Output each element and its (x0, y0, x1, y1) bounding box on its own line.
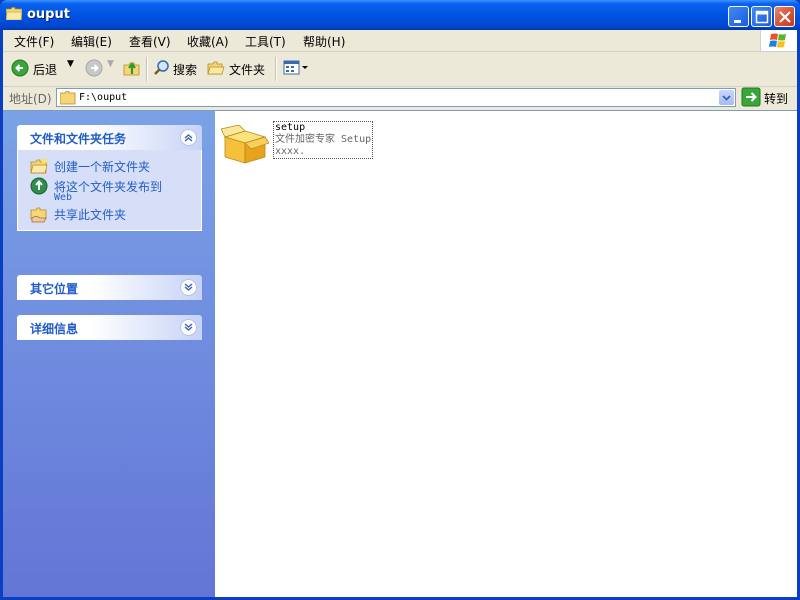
folder-up-icon (123, 62, 140, 76)
go-button[interactable]: 转到 (739, 87, 793, 108)
panel-header[interactable]: 详细信息 (17, 315, 202, 340)
folders-label: 文件夹 (229, 63, 266, 77)
back-button[interactable]: 后退 ▼ (11, 59, 83, 79)
search-label: 搜索 (173, 63, 198, 77)
menu-help[interactable]: 帮助(H) (303, 33, 345, 50)
folders-icon (207, 61, 225, 75)
close-button[interactable] (774, 6, 795, 27)
toolbar: 后退 ▼ ▼ 搜索 文件夹 (3, 52, 797, 87)
window-title: ouput (27, 7, 70, 22)
menu-file[interactable]: 文件(F) (14, 33, 54, 50)
forward-button[interactable]: ▼ (85, 59, 117, 79)
chevron-down-icon (184, 323, 193, 331)
publish-web-icon (30, 177, 48, 195)
file-list[interactable]: setup 文件加密专家 Setup xxxx. (215, 111, 797, 598)
folder-icon (6, 7, 22, 20)
up-button[interactable] (123, 59, 141, 79)
windows-flag-icon (769, 33, 786, 48)
collapse-button[interactable] (180, 129, 197, 146)
address-dropdown-button[interactable] (719, 90, 734, 105)
package-box-icon (221, 125, 269, 164)
address-label: 地址(D) (9, 92, 52, 106)
chevron-up-icon (184, 134, 193, 142)
task-label: 共享此文件夹 (54, 208, 127, 222)
window-frame: 文件(F) 编辑(E) 查看(V) 收藏(A) 工具(T) 帮助(H) 后退 ▼… (3, 30, 797, 598)
panel-title: 详细信息 (30, 322, 79, 336)
title-bar[interactable]: ouput (0, 0, 800, 30)
expand-button[interactable] (180, 279, 197, 296)
folders-button[interactable]: 文件夹 (207, 59, 271, 79)
file-item[interactable]: setup 文件加密专家 Setup xxxx. (221, 119, 391, 169)
panel-header[interactable]: 文件和文件夹任务 (17, 125, 202, 150)
task-label: 创建一个新文件夹 (54, 160, 151, 174)
file-name: setup (275, 122, 306, 133)
address-input[interactable]: F:\ouput (56, 88, 736, 107)
chevron-down-icon (722, 95, 731, 101)
menu-favorites[interactable]: 收藏(A) (187, 33, 229, 50)
expand-button[interactable] (180, 319, 197, 336)
minimize-button[interactable] (728, 6, 749, 27)
menu-view[interactable]: 查看(V) (129, 33, 171, 50)
views-icon (283, 60, 308, 75)
panel-title: 文件和文件夹任务 (30, 132, 127, 146)
maximize-icon (755, 10, 769, 24)
windows-logo (760, 30, 797, 51)
go-label: 转到 (764, 92, 789, 106)
search-button[interactable]: 搜索 (153, 59, 203, 79)
file-description: 文件加密专家 Setup (275, 134, 372, 145)
task-publish-web[interactable]: 将这个文件夹发布到 Web (18, 176, 201, 204)
file-version: xxxx. (275, 146, 306, 157)
share-folder-icon (30, 207, 47, 223)
details-panel: 详细信息 (17, 315, 202, 340)
panel-body: 创建一个新文件夹 将这个文件夹发布到 Web 共享此文件夹 (17, 150, 202, 231)
maximize-button[interactable] (751, 6, 772, 27)
back-arrow-icon (11, 59, 29, 77)
task-share-folder[interactable]: 共享此文件夹 (18, 204, 201, 224)
address-value: F:\ouput (79, 92, 128, 103)
forward-dropdown-icon: ▼ (107, 59, 114, 69)
task-sublabel: Web (54, 192, 73, 203)
panel-title: 其它位置 (30, 282, 79, 296)
task-pane: 文件和文件夹任务 创建一个新文件夹 将这个文件夹发布到 Web 共享此文件夹 其… (3, 111, 215, 598)
file-folder-tasks-panel: 文件和文件夹任务 创建一个新文件夹 将这个文件夹发布到 Web 共享此文件夹 (17, 125, 202, 231)
go-arrow-icon (741, 87, 761, 107)
file-label: setup 文件加密专家 Setup xxxx. (273, 121, 374, 159)
content-area: 文件和文件夹任务 创建一个新文件夹 将这个文件夹发布到 Web 共享此文件夹 其… (3, 110, 797, 598)
toolbar-separator (275, 57, 277, 81)
close-icon (779, 11, 791, 23)
other-places-panel: 其它位置 (17, 275, 202, 300)
folder-icon (60, 91, 76, 105)
address-bar: 地址(D) F:\ouput 转到 (3, 87, 797, 109)
toolbar-separator (146, 57, 148, 81)
menu-edit[interactable]: 编辑(E) (71, 33, 112, 50)
menu-tools[interactable]: 工具(T) (245, 33, 286, 50)
chevron-down-icon (184, 283, 193, 291)
explorer-window: ouput 文件(F) 编辑(E) 查看(V) 收藏(A) 工具(T) 帮助(H… (0, 0, 800, 600)
back-dropdown-icon[interactable]: ▼ (67, 59, 74, 69)
panel-header[interactable]: 其它位置 (17, 275, 202, 300)
forward-arrow-icon (85, 59, 103, 77)
new-folder-icon (30, 158, 48, 174)
task-new-folder[interactable]: 创建一个新文件夹 (18, 156, 201, 176)
back-label: 后退 (33, 63, 58, 77)
search-icon (154, 60, 169, 75)
views-button[interactable] (283, 59, 309, 79)
minimize-icon (734, 20, 741, 23)
menu-bar: 文件(F) 编辑(E) 查看(V) 收藏(A) 工具(T) 帮助(H) (3, 30, 797, 52)
